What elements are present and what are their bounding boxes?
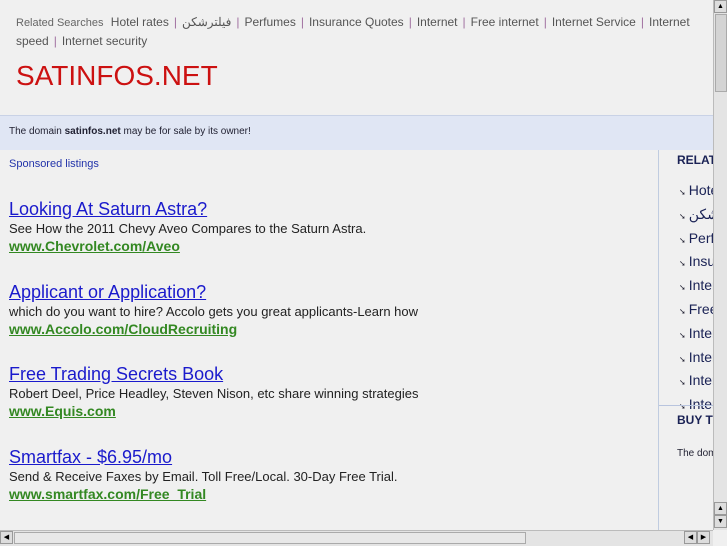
horizontal-scroll-thumb[interactable] bbox=[14, 532, 526, 544]
scroll-down-icon[interactable]: ▼ bbox=[714, 515, 727, 528]
sale-text: The domain bbox=[9, 126, 65, 137]
separator: | bbox=[53, 34, 57, 48]
sponsored-label[interactable]: Sponsored listings bbox=[9, 158, 99, 170]
sidebar-link-label[interactable]: Internet Service bbox=[689, 325, 713, 341]
sidebar-link[interactable]: ➘Perfumes bbox=[679, 228, 713, 252]
site-logo: SATINFOS.NET bbox=[16, 60, 218, 91]
related-title: RELATED SEARCHES bbox=[677, 153, 713, 167]
buy-title: BUY THIS DOMAIN bbox=[677, 413, 713, 427]
ad-url[interactable]: www.smartfax.com/Free_Trial bbox=[9, 485, 397, 503]
ad-url[interactable]: www.Accolo.com/CloudRecruiting bbox=[9, 320, 418, 338]
ad-listing: Smartfax - $6.95/mo Send & Receive Faxes … bbox=[9, 446, 397, 503]
sidebar-link[interactable]: ➘Hotel rates bbox=[679, 180, 713, 204]
separator: | bbox=[640, 15, 644, 29]
separator: | bbox=[543, 15, 547, 29]
arrow-icon: ➘ bbox=[679, 211, 686, 221]
related-search-link[interactable]: Free internet bbox=[471, 15, 539, 29]
ad-url[interactable]: www.Chevrolet.com/Aveo bbox=[9, 237, 366, 255]
sidebar-link-label[interactable]: فیلترشکن bbox=[689, 206, 713, 222]
sidebar-link-label[interactable]: Internet speed bbox=[689, 349, 713, 365]
header: Related Searches Hotel rates | فیلترشکن | Pe… bbox=[0, 0, 713, 115]
sidebar-link[interactable]: ➘فیلترشکن bbox=[679, 204, 713, 228]
separator: | bbox=[462, 15, 466, 29]
ad-title[interactable]: Free Trading Secrets Book bbox=[9, 363, 418, 385]
sidebar-link-label[interactable]: Perfumes bbox=[689, 230, 713, 246]
vertical-scrollbar[interactable]: ▲ ▲ ▼ bbox=[713, 0, 727, 530]
separator: | bbox=[173, 15, 177, 29]
separator: | bbox=[408, 15, 412, 29]
sidebar-link[interactable]: ➘Internet bbox=[679, 275, 713, 299]
ad-title[interactable]: Smartfax - $6.95/mo bbox=[9, 446, 397, 468]
domain-sale-banner: The domain satinfos.net may be for sale … bbox=[0, 115, 713, 150]
ad-listing: Applicant or Application? which do you wa… bbox=[9, 281, 418, 338]
ad-title[interactable]: Looking At Saturn Astra? bbox=[9, 198, 366, 220]
related-searches-label: Related Searches bbox=[16, 17, 104, 29]
separator: | bbox=[300, 15, 304, 29]
ad-description: Send & Receive Faxes by Email. Toll Free… bbox=[9, 468, 398, 484]
arrow-icon: ➘ bbox=[679, 306, 686, 316]
ad-url[interactable]: www.Equis.com bbox=[9, 402, 418, 420]
sidebar: RELATED SEARCHES ➘Hotel rates➘فیلترشکن➘P… bbox=[659, 150, 713, 530]
sidebar-link-label[interactable]: Hotel rates bbox=[689, 182, 713, 198]
scroll-right-icon[interactable]: ▶ bbox=[697, 531, 710, 544]
sidebar-link[interactable]: ➘Free internet bbox=[679, 299, 713, 323]
sidebar-link-label[interactable]: Insurance Quotes bbox=[689, 253, 713, 269]
related-search-link[interactable]: Insurance Quotes bbox=[309, 15, 404, 29]
related-search-link[interactable]: Hotel rates bbox=[111, 15, 169, 29]
separator: | bbox=[236, 15, 240, 29]
related-search-link[interactable]: Perfumes bbox=[244, 15, 295, 29]
arrow-icon: ➘ bbox=[679, 354, 686, 364]
sidebar-link[interactable]: ➘Internet security bbox=[679, 370, 713, 394]
arrow-icon: ➘ bbox=[679, 259, 686, 269]
related-search-link[interactable]: Internet Service bbox=[552, 15, 636, 29]
sidebar-link-label[interactable]: Free internet bbox=[689, 301, 713, 317]
related-search-link[interactable]: فیلترشکن bbox=[182, 15, 231, 29]
sidebar-link[interactable]: ➘Internet Service bbox=[679, 323, 713, 347]
scroll-left-icon[interactable]: ◀ bbox=[0, 531, 13, 544]
ad-description: which do you want to hire? Accolo gets y… bbox=[9, 303, 419, 319]
related-searches-bar: Related Searches Hotel rates | فیلترشکن | Pe… bbox=[16, 13, 713, 49]
inner-scroll-up-icon[interactable]: ▲ bbox=[714, 502, 727, 515]
sidebar-link-label[interactable]: Internet security bbox=[689, 372, 713, 388]
arrow-icon: ➘ bbox=[679, 378, 686, 388]
arrow-icon: ➘ bbox=[679, 402, 686, 412]
sidebar-link-label[interactable]: Internet bbox=[689, 277, 713, 293]
scroll-thumb[interactable] bbox=[715, 14, 727, 92]
sale-domain: satinfos.net bbox=[64, 126, 121, 137]
buy-text: The domain satinfos.net may be for sale … bbox=[677, 448, 713, 459]
scroll-up-icon[interactable]: ▲ bbox=[714, 0, 727, 13]
arrow-icon: ➘ bbox=[679, 330, 686, 340]
ad-title[interactable]: Applicant or Application? bbox=[9, 281, 418, 303]
arrow-icon: ➘ bbox=[679, 283, 686, 293]
arrow-icon: ➘ bbox=[679, 235, 686, 245]
ad-description: See How the 2011 Chevy Aveo Compares to … bbox=[9, 221, 367, 236]
arrow-icon: ➘ bbox=[679, 188, 686, 197]
related-search-link[interactable]: Internet security bbox=[62, 34, 147, 48]
sidebar-link[interactable]: ➘Insurance Quotes bbox=[679, 251, 713, 275]
sponsored-listings: Sponsored listings Looking At Saturn Ast… bbox=[0, 150, 659, 530]
sidebar-link[interactable]: ➘Internet speed bbox=[679, 347, 713, 371]
ad-description: Robert Deel, Price Headley, Steven Nison… bbox=[9, 386, 419, 401]
related-search-link[interactable]: Internet bbox=[417, 15, 458, 29]
ad-listing: Looking At Saturn Astra? See How the 2011… bbox=[9, 198, 366, 255]
scroll-left-icon-2[interactable]: ◀ bbox=[684, 531, 697, 544]
sale-text-suffix: may be for sale by its owner! bbox=[120, 126, 251, 137]
divider bbox=[659, 405, 713, 406]
ad-listing: Free Trading Secrets Book Robert Deel, Pr… bbox=[9, 363, 418, 420]
horizontal-scrollbar[interactable]: ◀ ◀ ▶ bbox=[0, 530, 713, 546]
